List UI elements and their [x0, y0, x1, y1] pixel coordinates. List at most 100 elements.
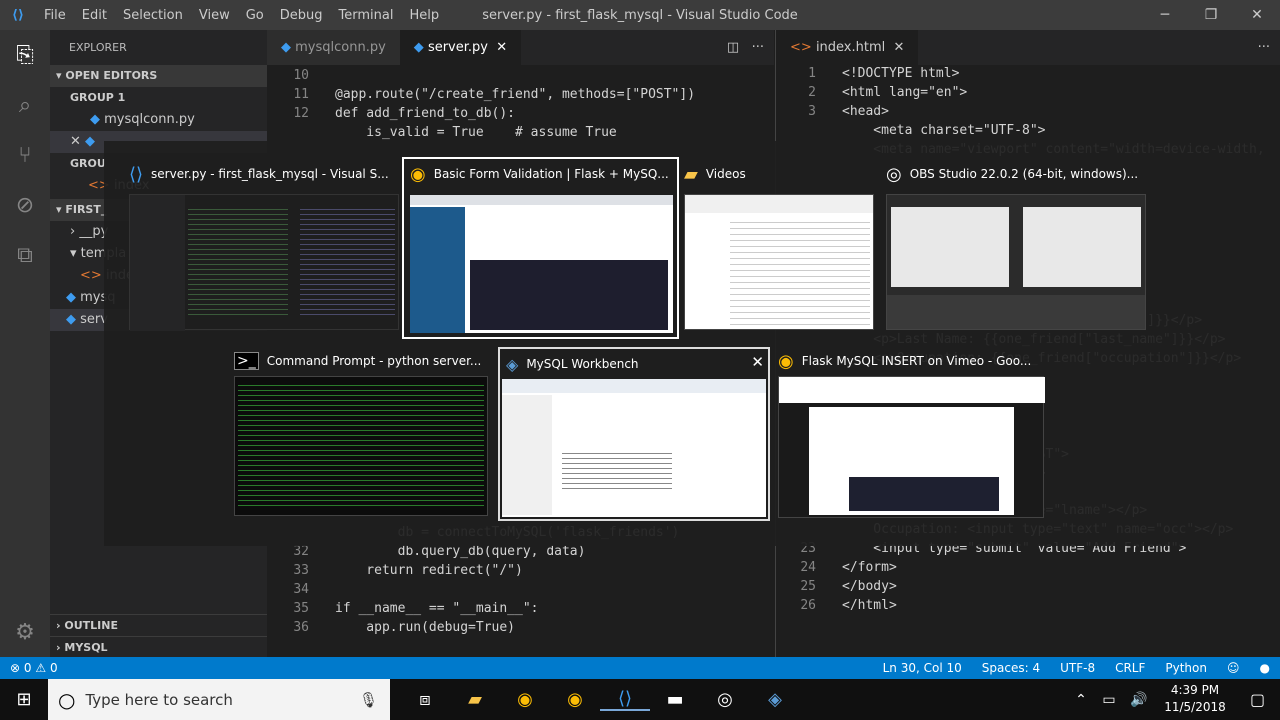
line-number: 1: [808, 66, 816, 81]
close-tab-icon[interactable]: ✕: [894, 40, 905, 55]
switcher-window-vscode[interactable]: ⟨⟩ server.py - first_flask_mysql - Visual…: [129, 159, 401, 331]
window-title: server.py - first_flask_mysql - Visual S…: [151, 167, 389, 181]
minimize-icon[interactable]: ─: [1142, 0, 1188, 30]
tab-label: index.html: [815, 40, 886, 55]
extensions-icon[interactable]: ⧉: [0, 230, 50, 280]
switcher-window-cmd[interactable]: >_ Command Prompt - python server...: [234, 346, 490, 518]
line-number: 2: [808, 85, 816, 100]
group1-label: GROUP 1: [70, 91, 126, 104]
windows-start-icon[interactable]: ⊞: [0, 679, 48, 720]
menu-help[interactable]: Help: [401, 8, 447, 23]
obs-icon: ◎: [886, 163, 902, 185]
file-explorer-icon[interactable]: ▰: [450, 689, 500, 710]
taskbar-search-box[interactable]: ○ Type here to search 🎙: [48, 679, 390, 720]
menu-edit[interactable]: Edit: [74, 8, 115, 23]
chrome-taskbar-icon[interactable]: ◉: [500, 689, 550, 710]
volume-icon[interactable]: 🔊: [1124, 692, 1154, 708]
code-line: app.run(debug=True): [335, 620, 516, 635]
tab-server[interactable]: ◆ server.py ✕: [399, 30, 522, 65]
explorer-icon[interactable]: ⎘: [0, 30, 50, 80]
vscode-taskbar-icon[interactable]: ⟨⟩: [600, 688, 650, 711]
right-tab-bar: <> index.html ✕ ···: [775, 30, 1280, 65]
editor-actions: ◫ ···: [727, 30, 764, 65]
line-number: 24: [800, 560, 816, 575]
switcher-window-videos[interactable]: ▰ Videos: [684, 159, 876, 331]
menu-terminal[interactable]: Terminal: [331, 8, 402, 23]
menu-go[interactable]: Go: [238, 8, 272, 23]
chrome-taskbar-icon-2[interactable]: ◉: [550, 689, 600, 710]
window-preview: [502, 379, 766, 517]
window-title: OBS Studio 22.0.2 (64-bit, windows)...: [909, 167, 1139, 181]
more-actions-icon[interactable]: ···: [1258, 30, 1270, 65]
notifications-bell-icon[interactable]: ●: [1250, 661, 1280, 675]
line-number: 12: [293, 106, 309, 121]
task-view-icon[interactable]: ⧈: [400, 689, 450, 710]
switcher-window-mysql-workbench[interactable]: ◈ MySQL Workbench ✕: [498, 347, 770, 521]
left-tab-bar: ◆ mysqlconn.py ◆ server.py ✕ ◫ ···: [267, 30, 774, 65]
code-line: </html>: [842, 598, 897, 613]
python-file-icon: ◆: [281, 40, 291, 55]
debug-icon[interactable]: ⊘: [0, 180, 50, 230]
close-tab-icon[interactable]: ✕: [496, 40, 507, 55]
problems-indicator[interactable]: ⊗ 0 ⚠ 0: [0, 661, 68, 675]
encoding[interactable]: UTF-8: [1050, 661, 1105, 675]
clock[interactable]: 4:39 PM 11/5/2018: [1160, 682, 1230, 716]
mysql-label: MYSQL: [64, 641, 108, 654]
window-preview: [684, 194, 874, 330]
action-center-icon[interactable]: ▢: [1235, 679, 1280, 720]
obs-taskbar-icon[interactable]: ◎: [700, 689, 750, 710]
open-editor-mysqlconn[interactable]: ◆ mysqlconn.py: [50, 109, 267, 131]
search-placeholder: Type here to search: [85, 690, 233, 709]
close-editor-icon[interactable]: ✕: [70, 134, 81, 149]
line-ending[interactable]: CRLF: [1105, 661, 1155, 675]
vscode-icon: ⟨⟩: [129, 163, 144, 185]
search-icon[interactable]: ⌕: [0, 80, 50, 130]
mysql-workbench-taskbar-icon[interactable]: ◈: [750, 689, 800, 710]
window-controls: ─ ❐ ✕: [1142, 0, 1280, 30]
open-editors-section[interactable]: ▾ OPEN EDITORS: [50, 65, 267, 87]
restore-icon[interactable]: ❐: [1188, 0, 1234, 30]
tab-mysqlconn[interactable]: ◆ mysqlconn.py: [267, 30, 400, 65]
cortana-circle-icon: ○: [58, 687, 76, 712]
python-file-icon: ◆: [85, 134, 96, 149]
code-line: <!DOCTYPE html>: [842, 66, 960, 81]
warning-icon: ⚠: [35, 661, 47, 675]
clock-date: 11/5/2018: [1164, 700, 1226, 714]
line-number: 3: [808, 104, 816, 119]
cursor-position[interactable]: Ln 30, Col 10: [873, 661, 972, 675]
close-window-icon[interactable]: ✕: [751, 353, 764, 371]
feedback-smiley-icon[interactable]: ☺: [1217, 661, 1250, 675]
battery-icon[interactable]: ▭: [1094, 692, 1124, 708]
line-number: 35: [293, 601, 309, 616]
settings-gear-icon[interactable]: ⚙: [0, 607, 50, 657]
switcher-window-chrome-vimeo[interactable]: ◉ Flask MySQL INSERT on Vimeo - Goo...: [778, 346, 1045, 518]
language-mode[interactable]: Python: [1155, 661, 1217, 675]
switcher-window-obs[interactable]: ◎ OBS Studio 22.0.2 (64-bit, windows)...: [886, 159, 1148, 331]
menu-file[interactable]: File: [36, 8, 74, 23]
activity-bar: ⎘ ⌕ ⑂ ⊘ ⧉ ⚙: [0, 30, 50, 657]
outline-label: OUTLINE: [64, 619, 118, 632]
line-number: 32: [293, 544, 309, 559]
indentation[interactable]: Spaces: 4: [972, 661, 1050, 675]
more-actions-icon[interactable]: ···: [752, 40, 764, 55]
window-preview: [886, 194, 1146, 330]
python-file-icon: ◆: [66, 290, 76, 305]
mysql-section[interactable]: › MYSQL: [50, 636, 267, 658]
outline-section[interactable]: › OUTLINE: [50, 614, 267, 636]
switcher-window-chrome-validation[interactable]: ◉ Basic Form Validation | Flask + MySQ...: [402, 157, 679, 339]
tab-index[interactable]: <> index.html ✕: [776, 30, 919, 65]
microphone-icon[interactable]: 🎙: [359, 691, 378, 709]
menu-view[interactable]: View: [191, 8, 238, 23]
close-window-icon[interactable]: ✕: [1234, 0, 1280, 30]
window-preview: [778, 376, 1045, 518]
code-line: <html lang="en">: [842, 85, 968, 100]
chrome-icon: ◉: [778, 350, 794, 372]
split-editor-icon[interactable]: ◫: [727, 40, 739, 55]
source-control-icon[interactable]: ⑂: [0, 130, 50, 180]
folder-label: FIRST_: [65, 203, 107, 216]
tray-chevron-icon[interactable]: ⌃: [1068, 692, 1094, 708]
cmd-taskbar-icon[interactable]: ▬: [650, 689, 700, 710]
menu-debug[interactable]: Debug: [272, 8, 331, 23]
error-icon: ⊗: [10, 661, 21, 675]
menu-selection[interactable]: Selection: [115, 8, 191, 23]
